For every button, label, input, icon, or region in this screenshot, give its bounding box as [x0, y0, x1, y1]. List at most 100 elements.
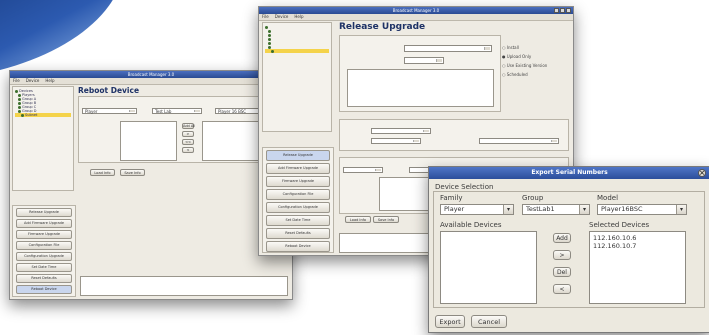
save-info-button[interactable]: Save Info	[120, 169, 145, 176]
sidebar-firmware-upgrade[interactable]: Firmware Upgrade	[266, 176, 330, 187]
option-install[interactable]: ○ Install	[502, 45, 519, 50]
remove-button[interactable]: <	[182, 147, 194, 153]
remove-all-button[interactable]: Del	[553, 267, 571, 277]
close-icon[interactable]	[566, 8, 571, 13]
reboot-window-titlebar: Broadcast Manager 3.0	[10, 71, 292, 78]
sidebar-add-firmware[interactable]: Add Firmware Upgrade	[16, 219, 72, 228]
load-info-button[interactable]: Load Info	[345, 216, 371, 223]
name-field[interactable]	[371, 128, 431, 134]
status-log-area	[80, 276, 288, 296]
sidebar-config-file[interactable]: Configuration File	[16, 241, 72, 250]
folder-icon	[15, 89, 18, 93]
group-select[interactable]: Test Lab	[152, 108, 202, 114]
sidebar-reset-defaults[interactable]: Reset Defaults	[266, 228, 330, 239]
brand-swoosh	[0, 0, 136, 77]
page-title: Release Upgrade	[339, 22, 426, 32]
tree-item-selected[interactable]	[265, 49, 329, 53]
sidebar-reset-defaults[interactable]: Reset Defaults	[16, 274, 72, 283]
device-tree-panel	[262, 22, 332, 132]
sidebar-release-upgrade[interactable]: Release Upgrade	[16, 208, 72, 217]
family-select[interactable]: Player	[82, 108, 137, 114]
menu-help[interactable]: Help	[45, 78, 54, 84]
save-info-button[interactable]: Save Info	[373, 216, 399, 223]
selected-devices-list[interactable]: 112.160.10.6 112.160.10.7	[589, 231, 686, 304]
release-window-title: Broadcast Manager 3.0	[392, 8, 440, 13]
option-scheduled[interactable]: ○ Scheduled	[502, 72, 528, 77]
group-select[interactable]: TestLab1 ▾	[522, 204, 590, 215]
available-devices-list[interactable]	[120, 121, 177, 161]
option-upload-only[interactable]: ● Upload Only	[502, 54, 531, 59]
chevron-down-icon: ▾	[676, 205, 686, 214]
add-button[interactable]: >	[182, 131, 194, 137]
load-info-button[interactable]: Load Info	[90, 169, 115, 176]
menu-help[interactable]: Help	[294, 14, 303, 20]
type-select[interactable]	[371, 138, 421, 144]
release-file-field[interactable]	[404, 45, 492, 52]
available-devices-list[interactable]	[440, 231, 537, 304]
export-dialog-titlebar: Export Serial Numbers ×	[429, 167, 709, 179]
family-label: Family	[440, 194, 463, 202]
menu-device[interactable]: Device	[275, 14, 289, 20]
menu-file[interactable]: File	[262, 14, 269, 20]
sidebar-firmware-upgrade[interactable]: Firmware Upgrade	[16, 230, 72, 239]
task-sidebar: Release Upgrade Add Firmware Upgrade Fir…	[262, 147, 334, 253]
sidebar-config-upgrade[interactable]: Configuration Upgrade	[266, 202, 330, 213]
option-use-existing[interactable]: ○ Use Existing Version	[502, 63, 547, 68]
folder-icon	[268, 33, 271, 37]
sidebar-reboot-device[interactable]: Reboot Device	[266, 241, 330, 252]
sidebar-add-firmware[interactable]: Add Firmware Upgrade	[266, 163, 330, 174]
upgrade-options-group	[339, 119, 569, 151]
export-button[interactable]: Export	[435, 315, 465, 328]
reboot-window-title: Broadcast Manager 3.0	[127, 72, 175, 77]
folder-icon	[268, 45, 271, 49]
close-icon[interactable]: ×	[698, 169, 706, 177]
tree-item-selected[interactable]: Subnet	[15, 113, 71, 117]
add-all-button[interactable]: Add	[553, 233, 571, 243]
model-label: Model	[597, 194, 619, 202]
folder-icon	[18, 97, 21, 101]
family-select[interactable]	[343, 167, 383, 173]
selected-devices-label: Selected Devices	[589, 221, 650, 229]
folder-icon	[268, 41, 271, 45]
reboot-menubar: File Device Help	[10, 78, 292, 85]
sidebar-set-date-time[interactable]: Set Date Time	[16, 263, 72, 272]
add-button[interactable]: >	[553, 250, 571, 260]
menu-file[interactable]: File	[13, 78, 20, 84]
device-tree-panel: Devices Players Group A Group B Group C …	[12, 86, 74, 191]
cancel-button[interactable]: Cancel	[471, 315, 507, 328]
list-item[interactable]: 112.160.10.6	[590, 234, 685, 242]
folder-icon	[18, 109, 21, 113]
release-menubar: File Device Help	[259, 14, 573, 21]
folder-icon	[265, 25, 268, 29]
device-selection-label: Device Selection	[435, 183, 494, 191]
sidebar-set-date-time[interactable]: Set Date Time	[266, 215, 330, 226]
minimize-icon[interactable]	[554, 8, 559, 13]
folder-icon	[268, 37, 271, 41]
add-all-button[interactable]: Add All	[182, 123, 195, 129]
model-select[interactable]: Player16BSC ▾	[597, 204, 687, 215]
sidebar-config-file[interactable]: Configuration File	[266, 189, 330, 200]
list-item[interactable]: 112.160.10.7	[590, 242, 685, 250]
group-label: Group	[522, 194, 544, 202]
folder-icon	[18, 101, 21, 105]
sidebar-reboot-device[interactable]: Reboot Device	[16, 285, 72, 294]
release-version-field[interactable]	[404, 57, 444, 64]
task-sidebar: Release Upgrade Add Firmware Upgrade Fir…	[12, 205, 76, 297]
chevron-down-icon: ▾	[579, 205, 589, 214]
release-window-titlebar: Broadcast Manager 3.0	[259, 7, 573, 14]
folder-icon	[18, 93, 21, 97]
maximize-icon[interactable]	[560, 8, 565, 13]
export-serial-numbers-dialog: Export Serial Numbers × Device Selection…	[428, 166, 709, 333]
folder-icon	[271, 49, 274, 53]
family-select[interactable]: Player ▾	[440, 204, 514, 215]
sidebar-release-upgrade[interactable]: Release Upgrade	[266, 150, 330, 161]
interval-select[interactable]	[479, 138, 559, 144]
selected-devices-list[interactable]	[202, 121, 259, 161]
remove-all-button[interactable]: <<	[182, 139, 194, 145]
folder-icon	[268, 29, 271, 33]
menu-device[interactable]: Device	[26, 78, 40, 84]
release-notes-area	[347, 69, 494, 107]
remove-button[interactable]: <	[553, 284, 571, 294]
available-devices-label: Available Devices	[440, 221, 502, 229]
sidebar-config-upgrade[interactable]: Configuration Upgrade	[16, 252, 72, 261]
